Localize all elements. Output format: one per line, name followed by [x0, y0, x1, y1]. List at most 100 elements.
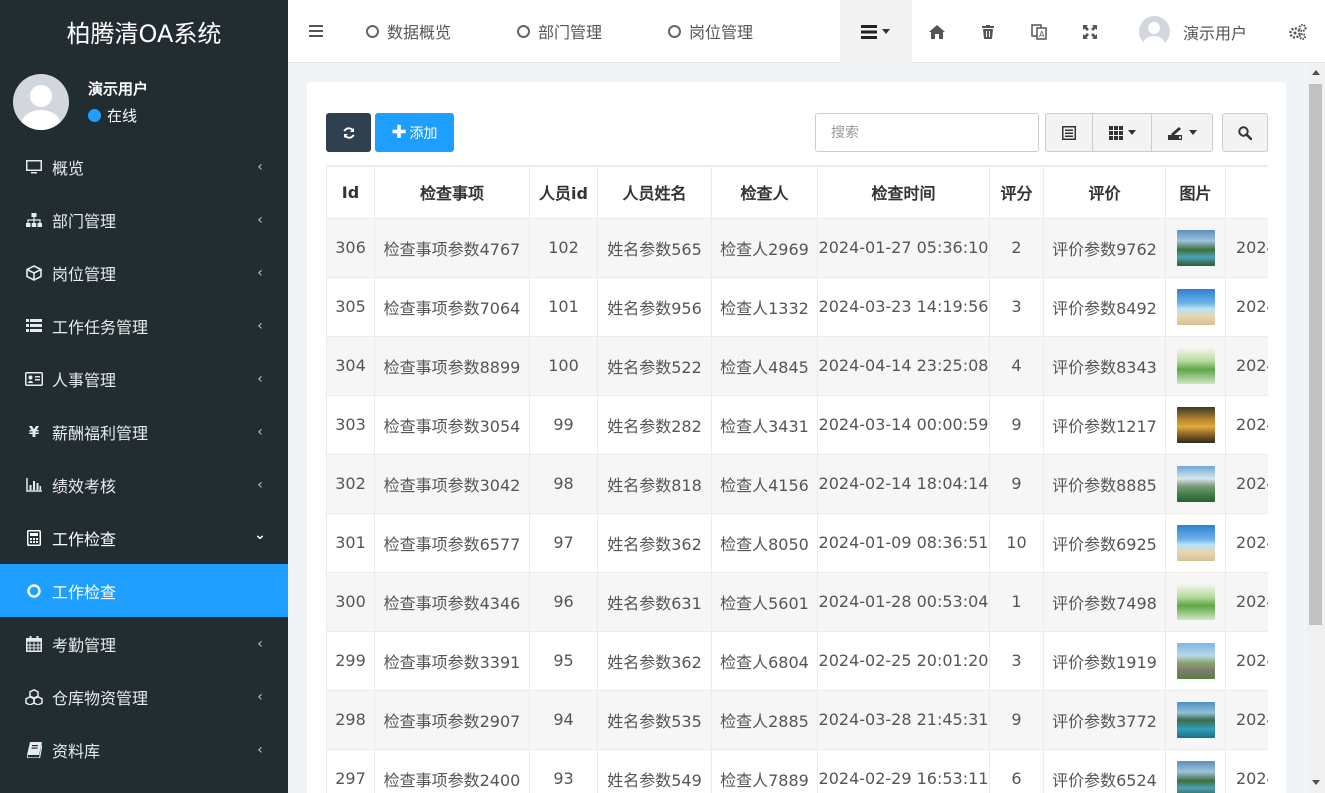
circle-icon [517, 24, 531, 38]
chevron-left-icon: ‹ [257, 476, 263, 493]
sidebar-item-7[interactable]: 工作检查 ⌄ [0, 511, 288, 564]
cell-person-name: 姓名参数362 [597, 512, 712, 573]
cell-person-name: 姓名参数818 [597, 453, 712, 514]
cube-icon [25, 264, 43, 282]
sidebar-item-8[interactable]: 工作检查 [0, 564, 288, 617]
cell-score: 9 [989, 453, 1044, 514]
sidebar-item-2[interactable]: 岗位管理 ‹ [0, 246, 288, 299]
language-button[interactable]: A [1014, 0, 1065, 63]
refresh-button[interactable] [326, 113, 371, 152]
sidebar-toggle-button[interactable] [288, 0, 343, 63]
page-scrollbar[interactable] [1306, 63, 1325, 793]
cell-person-name: 姓名参数956 [597, 276, 712, 337]
sidebar-item-label: 概览 [52, 158, 85, 178]
cell-score: 1 [989, 571, 1044, 632]
cell-comment: 评价参数1919 [1043, 630, 1166, 691]
card-view-button[interactable] [1046, 114, 1093, 151]
column-header-image[interactable]: 图片 [1165, 165, 1226, 219]
thumbnail-image[interactable] [1176, 288, 1215, 325]
cell-image [1165, 512, 1226, 573]
table-row[interactable]: 301 检查事项参数6577 97 姓名参数362 检查人8050 2024-01-09 … [326, 512, 1268, 573]
clear-cache-button[interactable] [963, 0, 1014, 63]
sidebar-item-11[interactable]: 资料库 ‹ [0, 723, 288, 776]
column-header-next[interactable] [1225, 165, 1268, 219]
columns-dropdown-button[interactable] [1093, 114, 1152, 151]
thumbnail-image[interactable] [1176, 406, 1215, 443]
tab-data-overview[interactable]: 数据概览 [343, 19, 451, 43]
scrollbar-thumb[interactable] [1309, 84, 1322, 625]
tab-position[interactable]: 岗位管理 [645, 19, 753, 43]
column-header-item[interactable]: 检查事项 [374, 165, 530, 219]
cell-person-name: 姓名参数631 [597, 571, 712, 632]
cell-score: 9 [989, 689, 1044, 750]
cell-person-name: 姓名参数362 [597, 630, 712, 691]
tab-department[interactable]: 部门管理 [494, 19, 602, 43]
column-header-check-time[interactable]: 检查时间 [817, 165, 990, 219]
sidebar-item-4[interactable]: 人事管理 ‹ [0, 352, 288, 405]
table-row[interactable]: 298 检查事项参数2907 94 姓名参数535 检查人2885 2024-03-28 … [326, 689, 1268, 750]
cell-item: 检查事项参数3391 [374, 630, 530, 691]
sidebar-item-6[interactable]: 绩效考核 ‹ [0, 458, 288, 511]
advanced-search-button[interactable] [1222, 113, 1268, 152]
table-row[interactable]: 303 检查事项参数3054 99 姓名参数282 检查人3431 2024-03-14 … [326, 394, 1268, 455]
sidebar-menu: 概览 ‹ 部门管理 ‹ 岗位管理 ‹ 工作任务管理 ‹ 人事管理 ‹ ¥ 薪酬福利管理 ‹ 绩效考核 ‹ 工作… [0, 140, 288, 776]
sidebar-item-9[interactable]: 考勤管理 ‹ [0, 617, 288, 670]
table-row[interactable]: 297 检查事项参数2400 93 姓名参数549 检查人7889 2024-02-29 … [326, 748, 1268, 793]
user-menu-name: 演示用户 [1182, 23, 1247, 43]
svg-text:A: A [1039, 30, 1045, 39]
search-input[interactable] [815, 113, 1039, 152]
column-header-checker[interactable]: 检查人 [711, 165, 818, 219]
cell-image [1165, 335, 1226, 396]
scroll-up-arrow-icon[interactable] [1306, 67, 1325, 79]
plus-icon: ✚ [391, 121, 407, 143]
thumbnail-image[interactable] [1176, 524, 1215, 561]
sidebar-item-3[interactable]: 工作任务管理 ‹ [0, 299, 288, 352]
brand-title[interactable]: 柏腾清OA系统 [0, 0, 288, 63]
home-button[interactable] [912, 0, 963, 63]
home-icon [929, 24, 946, 39]
export-dropdown-button[interactable] [1152, 114, 1212, 151]
sidebar-item-1[interactable]: 部门管理 ‹ [0, 193, 288, 246]
sidebar-item-0[interactable]: 概览 ‹ [0, 140, 288, 193]
thumbnail-image[interactable] [1176, 760, 1215, 793]
circle-icon [366, 24, 379, 38]
add-button[interactable]: ✚ 添加 [375, 113, 454, 152]
table-row[interactable]: 304 检查事项参数8899 100 姓名参数522 检查人4845 2024-04-14… [326, 335, 1268, 396]
chevron-left-icon: ‹ [257, 211, 263, 228]
cell-item: 检查事项参数2907 [374, 689, 530, 750]
thumbnail-image[interactable] [1176, 701, 1215, 738]
sidebar-item-5[interactable]: ¥ 薪酬福利管理 ‹ [0, 405, 288, 458]
chevron-left-icon: ‹ [257, 264, 263, 281]
thumbnail-image[interactable] [1176, 642, 1215, 679]
column-header-person-id[interactable]: 人员id [529, 165, 598, 219]
sidebar-item-10[interactable]: 仓库物资管理 ‹ [0, 670, 288, 723]
cell-comment: 评价参数8885 [1043, 453, 1166, 514]
scroll-down-arrow-icon[interactable] [1306, 777, 1325, 789]
table-row[interactable]: 300 检查事项参数4346 96 姓名参数631 检查人5601 2024-01-28 … [326, 571, 1268, 632]
cell-checker: 检查人2969 [711, 217, 818, 278]
cell-check-time: 2024-01-09 08:36:51 [817, 512, 990, 573]
cell-next: 2024 [1225, 453, 1268, 514]
table-row[interactable]: 305 检查事项参数7064 101 姓名参数956 检查人1332 2024-03-23… [326, 276, 1268, 337]
sidebar-item-label: 岗位管理 [52, 264, 117, 284]
cell-comment: 评价参数1217 [1043, 394, 1166, 455]
table-row[interactable]: 299 检查事项参数3391 95 姓名参数362 检查人6804 2024-02-25 … [326, 630, 1268, 691]
user-menu[interactable]: 演示用户 [1116, 16, 1270, 47]
cell-next: 2024 [1225, 335, 1268, 396]
thumbnail-image[interactable] [1176, 583, 1215, 620]
thumbnail-image[interactable] [1176, 347, 1215, 384]
settings-button[interactable] [1270, 0, 1325, 63]
view-button-group [1045, 113, 1213, 152]
thumbnail-image[interactable] [1176, 229, 1215, 266]
column-header-score[interactable]: 评分 [989, 165, 1044, 219]
thumbnail-image[interactable] [1176, 465, 1215, 502]
column-header-id[interactable]: Id [326, 165, 375, 219]
cell-check-time: 2024-04-14 23:25:08 [817, 335, 990, 396]
menu-dropdown-button[interactable] [839, 0, 912, 63]
table-row[interactable]: 306 检查事项参数4767 102 姓名参数565 检查人2969 2024-01-27… [326, 217, 1268, 278]
column-header-person-name[interactable]: 人员姓名 [597, 165, 712, 219]
fullscreen-button[interactable] [1065, 0, 1116, 63]
column-header-comment[interactable]: 评价 [1043, 165, 1166, 219]
table-row[interactable]: 302 检查事项参数3042 98 姓名参数818 检查人4156 2024-02-14 … [326, 453, 1268, 514]
cell-person-id: 102 [529, 217, 598, 278]
